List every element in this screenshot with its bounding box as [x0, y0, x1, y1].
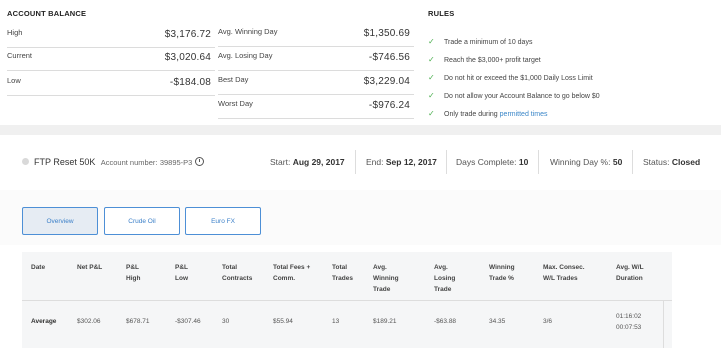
balance-high-row: High $3,176.72 — [7, 25, 215, 48]
cell-avg-win: $189.21 — [373, 318, 397, 325]
cell-pnl-high: $678.71 — [126, 318, 150, 325]
cell-pnl-low: -$307.46 — [175, 318, 201, 325]
divider — [632, 150, 633, 174]
cell-duration-win: 01:16:02 — [616, 313, 642, 320]
balance-high-label: High — [7, 28, 23, 37]
check-icon: ✓ — [428, 37, 435, 46]
header-avg-winning-trade: Avg. Winning Trade — [373, 264, 399, 293]
header-total-trades: Total Trades — [332, 264, 353, 282]
balance-current-value: $3,020.64 — [164, 52, 211, 63]
column-divider — [663, 300, 664, 348]
account-number-label: Account number: — [100, 158, 158, 167]
best-day-value: $3,229.04 — [363, 76, 410, 87]
tab-crude-oil[interactable]: Crude Oil — [104, 207, 180, 235]
row-divider — [22, 300, 672, 301]
tab-overview[interactable]: Overview — [22, 207, 98, 235]
rule-item: ✓ Reach the $3,000+ profit target — [428, 55, 541, 64]
divider — [446, 150, 447, 174]
header-total-contracts: Total Contracts — [222, 264, 253, 282]
check-icon: ✓ — [428, 91, 435, 100]
cell-date: Average — [31, 318, 57, 325]
header-pnl-low: P&L Low — [175, 264, 188, 282]
check-icon: ✓ — [428, 73, 435, 82]
cell-avg-loss: -$63.88 — [434, 318, 457, 325]
divider — [538, 150, 539, 174]
account-balance-title: ACCOUNT BALANCE — [7, 9, 87, 18]
header-winning-trade-pct: Winning Trade % — [489, 264, 515, 282]
cell-net-pnl: $302.06 — [77, 318, 101, 325]
stats-table: Date Net P&L P&L High P&L Low Total Contrac… — [22, 252, 672, 348]
account-status: Status: Closed — [643, 157, 701, 167]
rule-item: ✓ Only trade during permitted times — [428, 109, 548, 118]
avg-losing-day-row: Avg. Losing Day -$746.56 — [218, 48, 414, 71]
best-day-row: Best Day $3,229.04 — [218, 72, 414, 95]
account-status-dot — [22, 158, 29, 165]
worst-day-value: -$976.24 — [368, 100, 410, 111]
balance-high-value: $3,176.72 — [164, 29, 211, 40]
balance-low-row: Low -$184.08 — [7, 73, 215, 96]
cell-trades: 13 — [332, 318, 340, 325]
avg-winning-day-label: Avg. Winning Day — [218, 27, 278, 36]
info-icon[interactable] — [194, 157, 204, 166]
header-avg-losing-trade: Avg. Losing Trade — [434, 264, 456, 293]
avg-losing-day-label: Avg. Losing Day — [218, 51, 273, 60]
cell-max-consec: 3/6 — [543, 318, 553, 325]
start-date: Start: Aug 29, 2017 — [270, 157, 345, 167]
avg-winning-day-value: $1,350.69 — [363, 28, 410, 39]
end-date: End: Sep 12, 2017 — [366, 157, 437, 167]
cell-duration-loss: 00:07:53 — [616, 324, 642, 331]
cell-win-pct: 34.35 — [489, 318, 506, 325]
avg-winning-day-row: Avg. Winning Day $1,350.69 — [218, 24, 414, 47]
permitted-times-link[interactable]: permitted times — [500, 111, 548, 118]
balance-low-value: -$184.08 — [169, 77, 211, 88]
account-name: FTP Reset 50K — [34, 157, 96, 167]
rule-item: ✓ Do not allow your Account Balance to go… — [428, 91, 600, 100]
header-date: Date — [31, 264, 46, 271]
best-day-label: Best Day — [218, 75, 249, 84]
cell-fees: $55.94 — [273, 318, 293, 325]
avg-losing-day-value: -$746.56 — [368, 52, 410, 63]
header-max-consec: Max. Consec. W/L Trades — [543, 264, 585, 282]
tab-euro-fx[interactable]: Euro FX — [185, 207, 261, 235]
header-pnl-high: P&L High — [126, 264, 141, 282]
cell-contracts: 30 — [222, 318, 230, 325]
header-avg-duration: Avg. W/L Duration — [616, 264, 644, 282]
account-title: FTP Reset 50K Account number: 39895-P3 — [34, 157, 204, 167]
header-fees-comm: Total Fees + Comm. — [273, 264, 311, 282]
worst-day-row: Worst Day -$976.24 — [218, 96, 414, 119]
winning-day-pct: Winning Day %: 50 — [550, 157, 623, 167]
section-separator — [0, 125, 721, 135]
days-complete: Days Complete: 10 — [456, 157, 529, 167]
rules-title: RULES — [428, 9, 455, 18]
balance-low-label: Low — [7, 76, 21, 85]
divider — [355, 150, 356, 174]
account-number: 39895-P3 — [159, 158, 193, 167]
rule-item: ✓ Trade a minimum of 10 days — [428, 37, 533, 46]
header-net-pnl: Net P&L — [77, 264, 103, 271]
worst-day-label: Worst Day — [218, 99, 253, 108]
rule-item: ✓ Do not hit or exceed the $1,000 Daily L… — [428, 73, 593, 82]
balance-current-label: Current — [7, 51, 33, 60]
check-icon: ✓ — [428, 55, 435, 64]
check-icon: ✓ — [428, 109, 435, 118]
balance-current-row: Current $3,020.64 — [7, 48, 215, 71]
